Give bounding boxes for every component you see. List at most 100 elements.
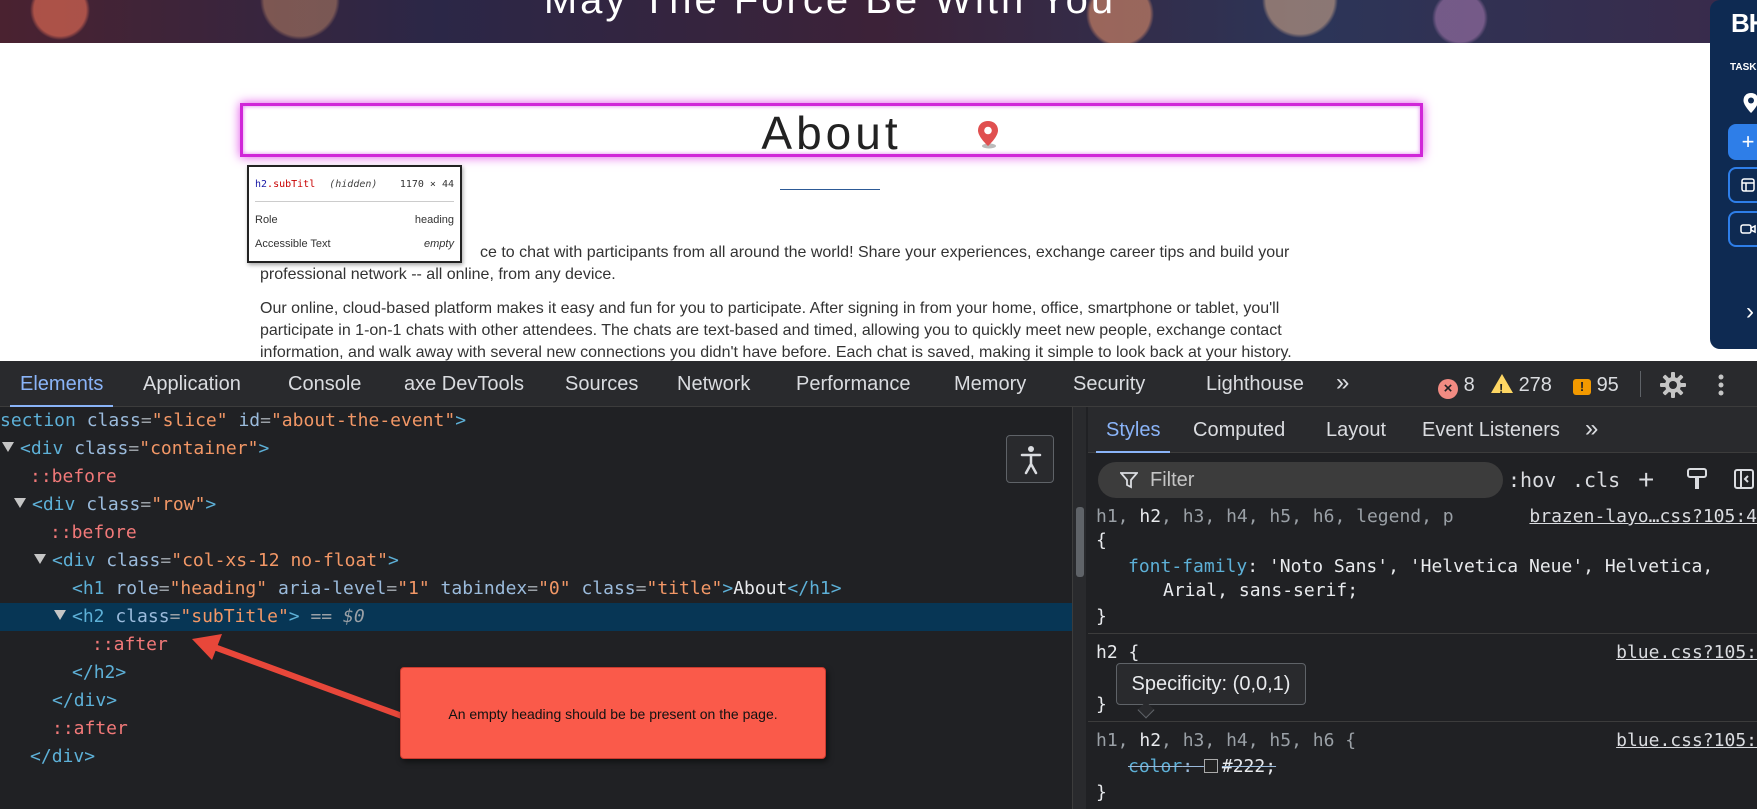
tag-name: h1 [82, 578, 105, 599]
tag-open: <div [32, 494, 76, 515]
tab-layout[interactable]: Layout [1326, 407, 1386, 453]
close-brace: } [1096, 782, 1107, 803]
layout-icon [1741, 178, 1755, 192]
tooltip-header: h2.subTitl (hidden) 1170 × 44 [255, 179, 454, 190]
widget-task-label: TASK [1730, 62, 1757, 73]
tab-security[interactable]: Security [1073, 361, 1145, 407]
new-rule-button[interactable]: + [1638, 465, 1654, 495]
video-button[interactable] [1728, 211, 1757, 247]
map-pin-icon[interactable] [1742, 92, 1757, 114]
tab-console[interactable]: Console [288, 361, 361, 407]
gear-icon[interactable] [1659, 371, 1687, 399]
eq: = [158, 578, 170, 599]
attr-value: "col-xs-12 no-float" [171, 550, 388, 571]
tab-sources[interactable]: Sources [565, 361, 638, 407]
tab-computed[interactable]: Computed [1193, 407, 1285, 453]
layout-button[interactable] [1728, 167, 1757, 203]
tag-close: > [205, 494, 217, 515]
tab-network[interactable]: Network [677, 361, 750, 407]
tag-end: </div> [52, 690, 118, 711]
location-pin-icon [978, 121, 998, 149]
errors-badge[interactable]: × 8 [1438, 373, 1475, 399]
tab-memory[interactable]: Memory [954, 361, 1026, 407]
more-tabs-icon[interactable]: » [1336, 361, 1349, 407]
tooltip-accessible-label: Accessible Text [255, 238, 331, 250]
tag-name: div [73, 690, 107, 711]
expand-triangle-icon[interactable] [2, 442, 14, 452]
warnings-badge[interactable]: 278 [1491, 373, 1552, 401]
rule-selector: h1, h2, h3, h4, h5, h6 { [1096, 729, 1356, 753]
devtools-toolbar: Elements Application Console axe DevTool… [0, 361, 1757, 407]
eq: = [128, 438, 140, 459]
attr-name: tabindex [440, 578, 528, 599]
eq: = [160, 550, 172, 571]
dom-node-col[interactable]: <div class="col-xs-12 no-float"> [0, 547, 1072, 575]
eq: = [140, 410, 152, 431]
dom-node-section[interactable]: section class="slice" id="about-the-even… [0, 407, 1072, 435]
inspect-tooltip: h2.subTitl (hidden) 1170 × 44 Role headi… [247, 165, 462, 263]
issues-badge[interactable]: ! 95 [1573, 373, 1619, 397]
eq: = [260, 410, 271, 431]
accessibility-tree-button[interactable] [1006, 435, 1054, 483]
cls-toggle[interactable]: .cls [1572, 462, 1620, 498]
tab-lighthouse[interactable]: Lighthouse [1206, 361, 1304, 407]
dom-node-before[interactable]: ::before [0, 463, 1072, 491]
accessibility-icon [1020, 446, 1042, 475]
expand-triangle-icon[interactable] [34, 554, 46, 564]
rule-divider [1088, 721, 1757, 722]
tab-elements[interactable]: Elements [9, 361, 114, 407]
sidebar-toggle-icon[interactable] [1733, 467, 1755, 491]
selector-text: , h3, h4, h5, h6, legend, p [1161, 506, 1454, 527]
attr-name: class [86, 494, 141, 515]
styles-filter-input[interactable]: Filter [1098, 462, 1503, 498]
colon: : [1182, 756, 1204, 777]
rule-source-link[interactable]: blue.css?105: [1616, 729, 1757, 753]
scrollbar-thumb[interactable] [1076, 507, 1084, 577]
warnings-count: 278 [1518, 374, 1552, 396]
tab-application[interactable]: Application [143, 361, 241, 407]
side-widget: BH TASK + › [1710, 0, 1757, 349]
attr-value: "container" [139, 438, 259, 459]
css-declaration[interactable]: font-family: 'Noto Sans', 'Helvetica Neu… [1128, 555, 1713, 579]
issues-count: 95 [1596, 374, 1619, 396]
dom-node-before[interactable]: ::before [0, 519, 1072, 547]
attr-value: "slice" [151, 410, 228, 431]
screenshot-root: { "page": { "hero_title": "May The Force… [0, 0, 1757, 809]
css-rule-3[interactable]: h1, h2, h3, h4, h5, h6 { blue.css?105: c… [1088, 725, 1757, 809]
tooltip-role-label: Role [255, 214, 278, 226]
tab-styles[interactable]: Styles [1095, 407, 1172, 453]
dom-node-container[interactable]: <div class="container"> [0, 435, 1072, 463]
tooltip-size: 1170 × 44 [399, 179, 454, 190]
attr-name: class [86, 410, 141, 431]
tag-name: h1 [809, 578, 831, 599]
hov-toggle[interactable]: :hov [1508, 462, 1556, 498]
dom-node-h1[interactable]: <h1 role="heading" aria-level="1" tabind… [0, 575, 1072, 603]
expand-triangle-icon[interactable] [14, 498, 26, 508]
about-heading: About [761, 107, 902, 159]
panel-splitter[interactable] [1072, 407, 1086, 809]
chevron-right-icon[interactable]: › [1746, 298, 1754, 326]
selector-match: h2 [1139, 730, 1162, 751]
dom-node-row[interactable]: <div class="row"> [0, 491, 1072, 519]
console-ref: $0 [343, 606, 365, 627]
paint-brush-icon[interactable] [1686, 467, 1708, 491]
tag-name: h2 [93, 662, 116, 683]
devtools-panel: Elements Application Console axe DevTool… [0, 361, 1757, 809]
css-declaration-overridden[interactable]: color: #222; [1128, 755, 1276, 779]
rule-source-link[interactable]: brazen-layo…css?105:4 [1529, 505, 1757, 529]
styles-pane: Styles Computed Layout Event Listeners »… [1088, 407, 1757, 809]
tooltip-role-row: Role heading [255, 214, 454, 226]
rule-source-link[interactable]: blue.css?105: [1616, 641, 1757, 665]
add-button[interactable]: + [1728, 124, 1757, 160]
tab-event-listeners[interactable]: Event Listeners [1422, 407, 1560, 453]
more-tabs-icon[interactable]: » [1585, 407, 1598, 453]
tab-performance[interactable]: Performance [796, 361, 911, 407]
expand-triangle-icon[interactable] [54, 610, 66, 620]
dom-node-after[interactable]: ::after [0, 631, 1072, 659]
color-swatch[interactable] [1203, 759, 1218, 773]
tab-axe-devtools[interactable]: axe DevTools [404, 361, 524, 407]
selector-text: , h3, h4, h5, h6 { [1161, 730, 1357, 751]
kebab-menu-icon[interactable] [1716, 371, 1726, 399]
dom-node-h2-selected[interactable]: <h2 class="subTitle"> == $0 [0, 603, 1072, 631]
css-rule-1[interactable]: h1, h2, h3, h4, h5, h6, legend, p brazen… [1088, 505, 1757, 627]
